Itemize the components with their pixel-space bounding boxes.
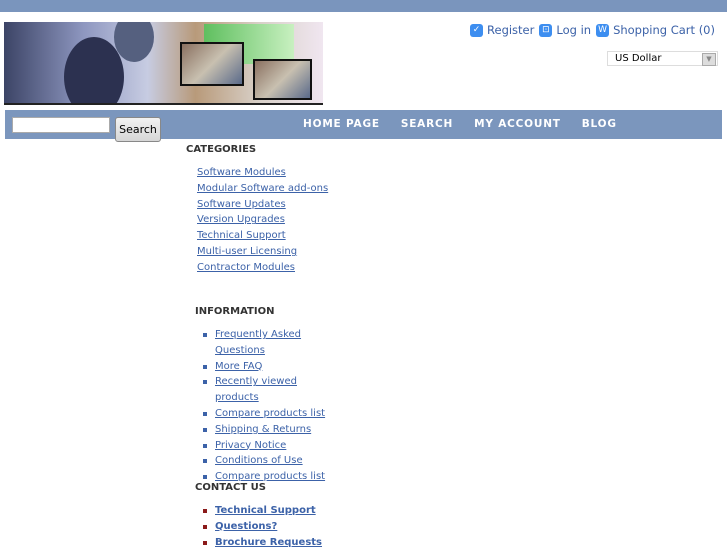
- nav-blog[interactable]: BLOG: [582, 118, 617, 130]
- main-menu: HOME PAGE SEARCH MY ACCOUNT BLOG: [303, 118, 617, 130]
- currency-value: US Dollar: [615, 53, 662, 64]
- cart-label: Shopping Cart (0): [613, 23, 715, 37]
- info-link[interactable]: Compare products list: [215, 408, 325, 419]
- search-input[interactable]: [12, 117, 110, 133]
- category-link[interactable]: Contractor Modules: [197, 262, 295, 273]
- list-item: Brochure Requests: [196, 535, 336, 550]
- info-link[interactable]: Compare products list: [215, 471, 325, 482]
- user-links: ✓ Register ⊡ Log in W Shopping Cart (0): [470, 23, 715, 37]
- info-link[interactable]: Shipping & Returns: [215, 424, 311, 435]
- list-item: Compare products list: [196, 406, 326, 422]
- search-button[interactable]: Search: [115, 117, 161, 142]
- contact-link[interactable]: Brochure Requests: [215, 537, 322, 548]
- shopping-cart-link[interactable]: W Shopping Cart (0): [596, 23, 715, 37]
- categories-title: CATEGORIES: [186, 144, 257, 155]
- contact-title: CONTACT US: [195, 482, 266, 493]
- list-item: Recently viewed products: [196, 374, 326, 406]
- category-link[interactable]: Software Modules: [197, 167, 286, 178]
- register-label: Register: [487, 23, 535, 37]
- contact-link[interactable]: Questions?: [215, 521, 277, 532]
- information-title: INFORMATION: [195, 306, 275, 317]
- info-link[interactable]: More FAQ: [215, 361, 262, 372]
- list-item: Version Upgrades: [197, 212, 328, 228]
- list-item: Conditions of Use: [196, 453, 326, 469]
- info-link[interactable]: Privacy Notice: [215, 440, 286, 451]
- list-item: More FAQ: [196, 359, 326, 375]
- contact-list: Technical Support Questions? Brochure Re…: [196, 503, 336, 550]
- chevron-down-icon: ▼: [702, 53, 716, 66]
- info-link[interactable]: Recently viewed products: [215, 376, 297, 403]
- nav-home-page[interactable]: HOME PAGE: [303, 118, 380, 130]
- list-item: Frequently Asked Questions: [196, 327, 305, 359]
- cart-icon: W: [596, 23, 610, 37]
- top-bar: [0, 0, 727, 12]
- login-link[interactable]: ⊡ Log in: [539, 23, 591, 37]
- login-label: Log in: [556, 23, 592, 37]
- category-link[interactable]: Version Upgrades: [197, 214, 285, 225]
- check-icon: ✓: [470, 23, 484, 37]
- list-item: Questions?: [196, 519, 336, 535]
- list-item: Contractor Modules: [197, 260, 328, 276]
- list-item: Shipping & Returns: [196, 422, 326, 438]
- list-item: Technical Support: [196, 503, 336, 519]
- list-item: Software Modules: [197, 165, 328, 181]
- category-link[interactable]: Modular Software add-ons: [197, 183, 328, 194]
- list-item: Modular Software add-ons: [197, 181, 328, 197]
- currency-select[interactable]: US Dollar ▼: [607, 51, 718, 66]
- list-item: Privacy Notice: [196, 438, 326, 454]
- register-link[interactable]: ✓ Register: [470, 23, 534, 37]
- info-link[interactable]: Conditions of Use: [215, 455, 303, 466]
- list-item: Software Updates: [197, 197, 328, 213]
- contact-link[interactable]: Technical Support: [215, 505, 316, 516]
- category-link[interactable]: Software Updates: [197, 199, 286, 210]
- list-item: Multi-user Licensing: [197, 244, 328, 260]
- information-list: Frequently Asked Questions More FAQ Rece…: [196, 327, 326, 485]
- categories-list: Software Modules Modular Software add-on…: [197, 165, 328, 276]
- info-link[interactable]: Frequently Asked Questions: [215, 329, 301, 356]
- category-link[interactable]: Multi-user Licensing: [197, 246, 297, 257]
- header-banner-image: [4, 22, 323, 105]
- login-icon: ⊡: [539, 23, 553, 37]
- list-item: Technical Support: [197, 228, 328, 244]
- nav-my-account[interactable]: MY ACCOUNT: [474, 118, 561, 130]
- nav-search[interactable]: SEARCH: [401, 118, 453, 130]
- category-link[interactable]: Technical Support: [197, 230, 286, 241]
